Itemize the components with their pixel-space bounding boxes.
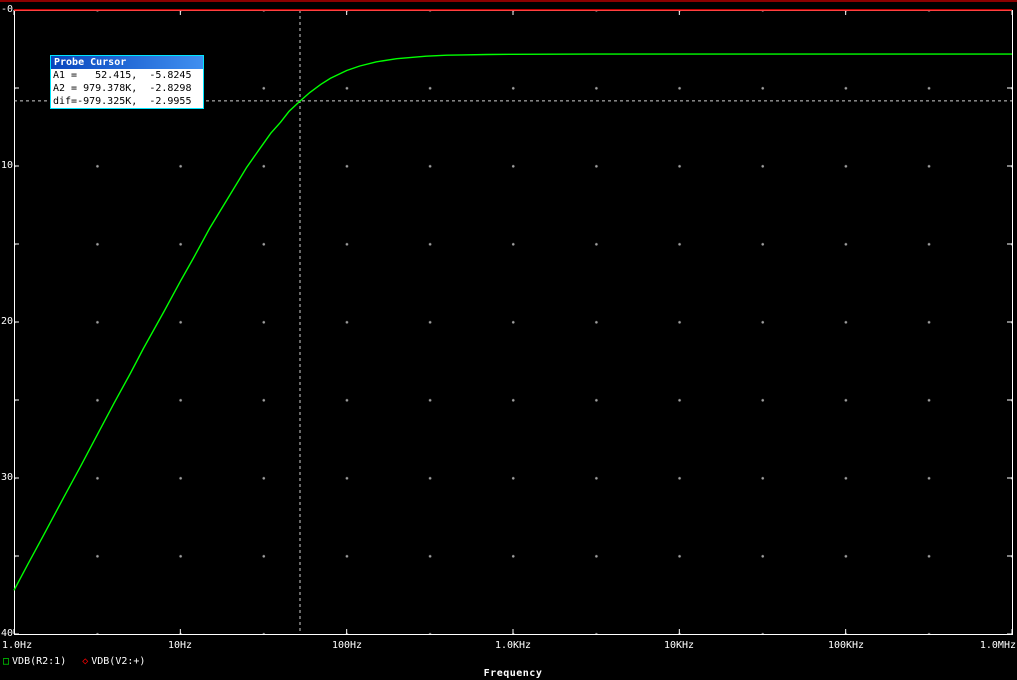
x-axis-title: Frequency <box>483 668 543 679</box>
x-axis-tick-label: 1.0Hz <box>2 640 33 651</box>
x-axis-tick-label: 100Hz <box>331 640 363 651</box>
diamond-trace-marker-icon: ◇ <box>82 655 89 667</box>
y-axis-tick-label: -40 <box>0 628 13 639</box>
y-axis-tick-label: -30 <box>0 472 13 483</box>
legend-trace-label: VDB(R2:1) <box>12 656 67 667</box>
legend-trace-label: VDB(V2:+) <box>91 656 146 667</box>
y-axis-tick-label: -20 <box>0 316 13 327</box>
cursor-dif-readout: dif=-979.325K, -2.9955 <box>51 95 203 108</box>
x-axis-tick-label: 1.0KHz <box>494 640 532 651</box>
x-axis-tick-label: 10KHz <box>663 640 695 651</box>
legend-item-vdb-r2[interactable]: □ VDB(R2:1) <box>3 656 66 667</box>
trace-legend: □ VDB(R2:1) ◇ VDB(V2:+) <box>3 656 145 667</box>
probe-window: -0 -10 -20 -30 -40 1.0Hz 10Hz 100Hz 1.0K… <box>0 0 1017 680</box>
x-axis-tick-label: 1.0MHz <box>979 640 1016 651</box>
legend-item-vdb-v2[interactable]: ◇ VDB(V2:+) <box>82 656 145 667</box>
x-axis-tick-label: 10Hz <box>167 640 193 651</box>
x-axis-tick-label: 100KHz <box>827 640 865 651</box>
y-axis-tick-label: -0 <box>0 4 13 15</box>
cursor-a1-readout: A1 = 52.415, -5.8245 <box>51 69 203 82</box>
y-axis-tick-label: -10 <box>0 160 13 171</box>
cursor-a2-readout: A2 = 979.378K, -2.8298 <box>51 82 203 95</box>
square-trace-marker-icon: □ <box>3 655 10 667</box>
probe-cursor-window[interactable]: Probe Cursor A1 = 52.415, -5.8245 A2 = 9… <box>50 55 204 109</box>
probe-cursor-titlebar[interactable]: Probe Cursor <box>51 56 203 69</box>
